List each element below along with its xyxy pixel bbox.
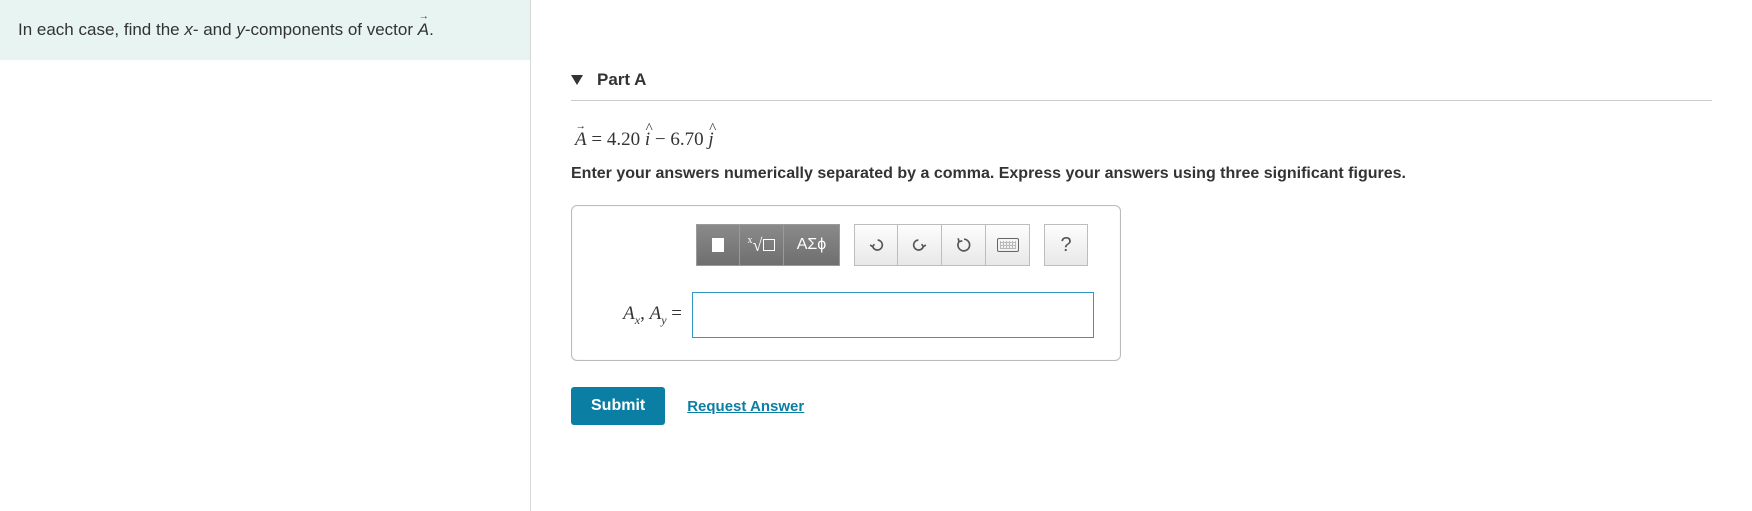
equation-minus: − <box>650 129 670 150</box>
problem-prompt: In each case, find the x- and y-componen… <box>0 0 530 60</box>
answer-variable-label: Ax, Ay = <box>586 303 682 328</box>
prompt-xvar: x <box>184 20 193 39</box>
prompt-text-2: - and <box>193 20 236 39</box>
keyboard-button[interactable] <box>986 224 1030 266</box>
request-answer-link[interactable]: Request Answer <box>687 398 804 415</box>
reset-icon <box>954 235 974 255</box>
help-button[interactable]: ? <box>1044 224 1088 266</box>
greek-button[interactable]: ΑΣϕ <box>784 224 840 266</box>
keyboard-icon <box>997 238 1019 252</box>
radical-button[interactable]: x√ <box>740 224 784 266</box>
greek-label: ΑΣϕ <box>797 236 827 254</box>
template-button[interactable] <box>696 224 740 266</box>
equation-toolbar: x√ ΑΣϕ <box>696 224 1106 266</box>
answer-instruction: Enter your answers numerically separated… <box>571 165 1752 183</box>
undo-icon <box>866 235 886 255</box>
prompt-text-4: . <box>429 20 434 39</box>
reset-button[interactable] <box>942 224 986 266</box>
part-a-header[interactable]: Part A <box>571 70 1712 101</box>
collapse-icon <box>571 75 583 85</box>
help-icon: ? <box>1060 234 1071 257</box>
prompt-text-3: -components of vector <box>245 20 418 39</box>
answer-input[interactable] <box>692 292 1094 338</box>
vector-symbol: A <box>418 20 429 40</box>
equation-coeff2: 6.70 <box>670 129 703 150</box>
equation-lhs: A <box>575 129 587 151</box>
redo-icon <box>910 235 930 255</box>
equation-eq: = <box>587 129 607 150</box>
prompt-yvar: y <box>236 20 245 39</box>
answer-panel: x√ ΑΣϕ <box>571 205 1121 361</box>
equation-display: A = 4.20 i − 6.70 j <box>575 129 1752 151</box>
redo-button[interactable] <box>898 224 942 266</box>
radical-icon: x√ <box>748 235 776 256</box>
rectangle-icon <box>712 238 724 252</box>
unit-vector-j: j <box>708 129 713 151</box>
unit-vector-i: i <box>645 129 650 151</box>
undo-button[interactable] <box>854 224 898 266</box>
equation-coeff1: 4.20 <box>607 129 640 150</box>
submit-button[interactable]: Submit <box>571 387 665 425</box>
prompt-text-1: In each case, find the <box>18 20 184 39</box>
part-title: Part A <box>597 70 646 90</box>
